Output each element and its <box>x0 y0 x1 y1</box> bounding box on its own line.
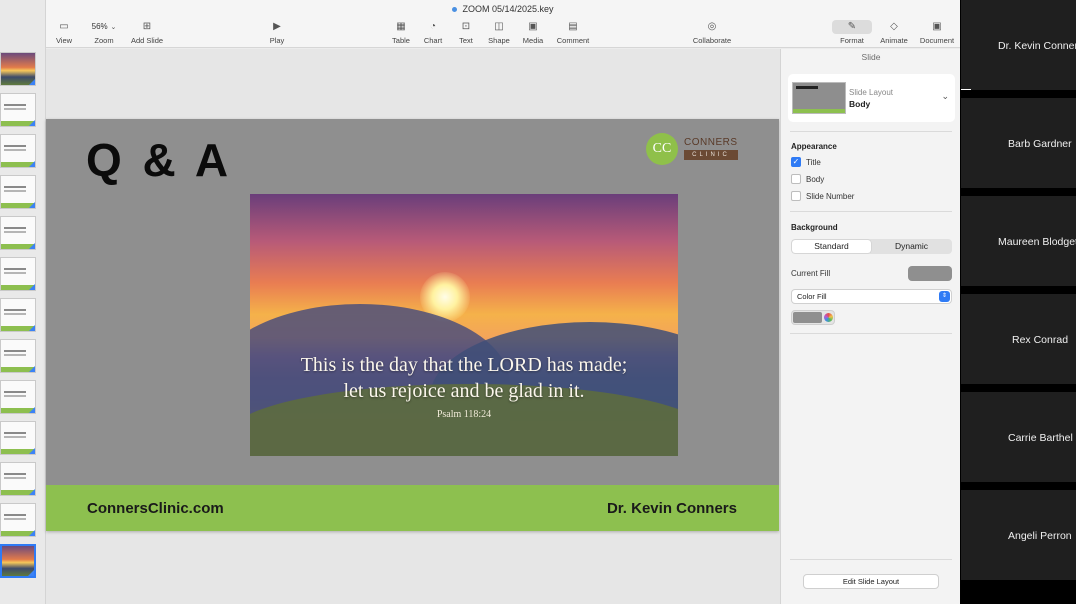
footer-author[interactable]: Dr. Kevin Conners <box>607 500 737 517</box>
participant-tile[interactable]: Rex Conrad <box>961 294 1076 384</box>
slide-thumbnail[interactable] <box>0 216 36 250</box>
document-button[interactable]: ▣ Document <box>918 20 956 45</box>
play-icon: ▶ <box>273 21 281 32</box>
collaborate-button[interactable]: ◎ Collaborate <box>689 20 735 45</box>
slide-thumbnail[interactable] <box>0 52 36 86</box>
slide-layout-picker[interactable]: Slide Layout Body ⌄ <box>788 74 955 122</box>
plus-square-icon: ⊞ <box>142 21 152 32</box>
current-fill-swatch[interactable] <box>908 266 952 281</box>
shape-icon: ◫ <box>494 21 504 32</box>
format-button[interactable]: ✎ Format <box>831 20 873 45</box>
slide-footer: ConnersClinic.com Dr. Kevin Conners <box>46 485 779 531</box>
slide-thumbnail[interactable] <box>0 93 36 127</box>
comment-icon: ▤ <box>568 21 578 32</box>
slide-title[interactable]: Q & A <box>86 133 232 187</box>
add-slide-button[interactable]: ⊞ Add Slide <box>130 20 164 45</box>
slide-thumbnail[interactable] <box>0 421 36 455</box>
participant-tile[interactable]: Dr. Kevin Conners <box>961 0 1076 90</box>
diamond-icon: ◇ <box>890 21 898 32</box>
comment-button[interactable]: ▤ Comment <box>554 20 592 45</box>
participant-tile[interactable]: Angeli Perron <box>961 490 1076 580</box>
participant-tile[interactable]: Barb Gardner <box>961 98 1076 188</box>
background-heading: Background <box>791 223 838 232</box>
window-title: ZOOM 05/14/2025.key <box>46 4 960 14</box>
fill-type-select[interactable]: Color Fill ⇕ <box>791 289 952 304</box>
edit-slide-layout-button[interactable]: Edit Slide Layout <box>803 574 939 589</box>
view-button[interactable]: ▭ View <box>54 20 74 45</box>
sidebar-icon: ▭ <box>59 21 69 32</box>
slide-thumbnail[interactable] <box>0 134 36 168</box>
logo-name: CONNERS <box>684 137 738 148</box>
slide-thumbnail-selected[interactable] <box>0 544 36 578</box>
divider <box>790 211 952 212</box>
appearance-heading: Appearance <box>791 142 837 151</box>
participants-panel: Dr. Kevin Conners Barb Gardner Maureen B… <box>960 0 1076 604</box>
text-box-icon: ⊡ <box>461 21 471 32</box>
slide-thumbnail[interactable] <box>0 257 36 291</box>
slide-navigator <box>0 0 46 604</box>
text-button[interactable]: ⊡ Text <box>455 20 477 45</box>
document-icon <box>452 7 458 13</box>
divider <box>790 559 952 560</box>
pie-chart-icon: ◔ <box>429 21 437 32</box>
footer-website[interactable]: ConnersClinic.com <box>87 500 224 517</box>
slide-thumbnail[interactable] <box>0 298 36 332</box>
slide-thumbnail[interactable] <box>0 339 36 373</box>
conners-clinic-logo[interactable]: CC CONNERS CLINIC <box>646 133 746 167</box>
chevron-down-icon: ⌄ <box>941 91 949 101</box>
shape-button[interactable]: ◫ Shape <box>486 20 512 45</box>
dynamic-segment[interactable]: Dynamic <box>872 240 951 253</box>
updown-icon: ⇕ <box>939 291 950 302</box>
chart-button[interactable]: ◔ Chart <box>422 20 444 45</box>
logo-mark: CC <box>646 133 678 165</box>
collaborate-icon: ◎ <box>707 21 717 32</box>
title-checkbox[interactable]: ✓ Title <box>791 157 821 168</box>
color-wheel-icon[interactable] <box>824 313 833 322</box>
format-inspector: Slide Slide Layout Body ⌄ Appearance ✓ Ti… <box>780 49 960 604</box>
slide-canvas: Q & A CC CONNERS CLINIC This is the day … <box>46 49 780 604</box>
table-icon: ▦ <box>396 21 406 32</box>
current-slide[interactable]: Q & A CC CONNERS CLINIC This is the day … <box>46 119 779 531</box>
slide-number-checkbox[interactable]: Slide Number <box>791 191 854 202</box>
participant-tile[interactable]: Carrie Barthel <box>961 392 1076 482</box>
image-icon: ▣ <box>528 21 538 32</box>
slide-thumbnail[interactable] <box>0 175 36 209</box>
verse-text: This is the day that the LORD has made; … <box>300 354 628 402</box>
background-type-segmented: Standard Dynamic <box>791 239 952 254</box>
divider <box>790 333 952 334</box>
body-checkbox[interactable]: Body <box>791 174 824 185</box>
keynote-window: ZOOM 05/14/2025.key ▭ View 56% ⌄ Zoom ⊞ Add… <box>0 0 1076 604</box>
current-fill-label: Current Fill <box>791 269 831 278</box>
sunrise-image[interactable]: This is the day that the LORD has made; … <box>250 194 678 456</box>
checkmark-icon: ✓ <box>791 157 801 167</box>
toolbar: ZOOM 05/14/2025.key ▭ View 56% ⌄ Zoom ⊞ Add… <box>46 0 960 48</box>
participant-tile[interactable]: Maureen Blodgett <box>961 196 1076 286</box>
zoom-button[interactable]: 56% ⌄ Zoom <box>88 20 120 45</box>
standard-segment[interactable]: Standard <box>792 240 871 253</box>
slide-thumbnail[interactable] <box>0 462 36 496</box>
table-button[interactable]: ▦ Table <box>390 20 412 45</box>
layout-thumbnail <box>792 82 846 114</box>
slide-thumbnail[interactable] <box>0 380 36 414</box>
play-button[interactable]: ▶ Play <box>266 20 288 45</box>
slide-thumbnail[interactable] <box>0 503 36 537</box>
animate-button[interactable]: ◇ Animate <box>878 20 910 45</box>
document-panel-icon: ▣ <box>932 21 942 32</box>
slide-layout-label: Slide Layout <box>849 88 894 97</box>
slide-layout-value: Body <box>849 99 871 109</box>
color-well[interactable] <box>791 310 835 325</box>
logo-sub: CLINIC <box>684 150 738 160</box>
divider <box>790 131 952 132</box>
inspector-tab-slide[interactable]: Slide <box>781 52 961 62</box>
verse-reference: Psalm 118:24 <box>436 409 492 420</box>
chevron-down-icon: ⌄ <box>110 24 117 31</box>
paintbrush-icon: ✎ <box>832 20 872 34</box>
media-button[interactable]: ▣ Media <box>520 20 546 45</box>
